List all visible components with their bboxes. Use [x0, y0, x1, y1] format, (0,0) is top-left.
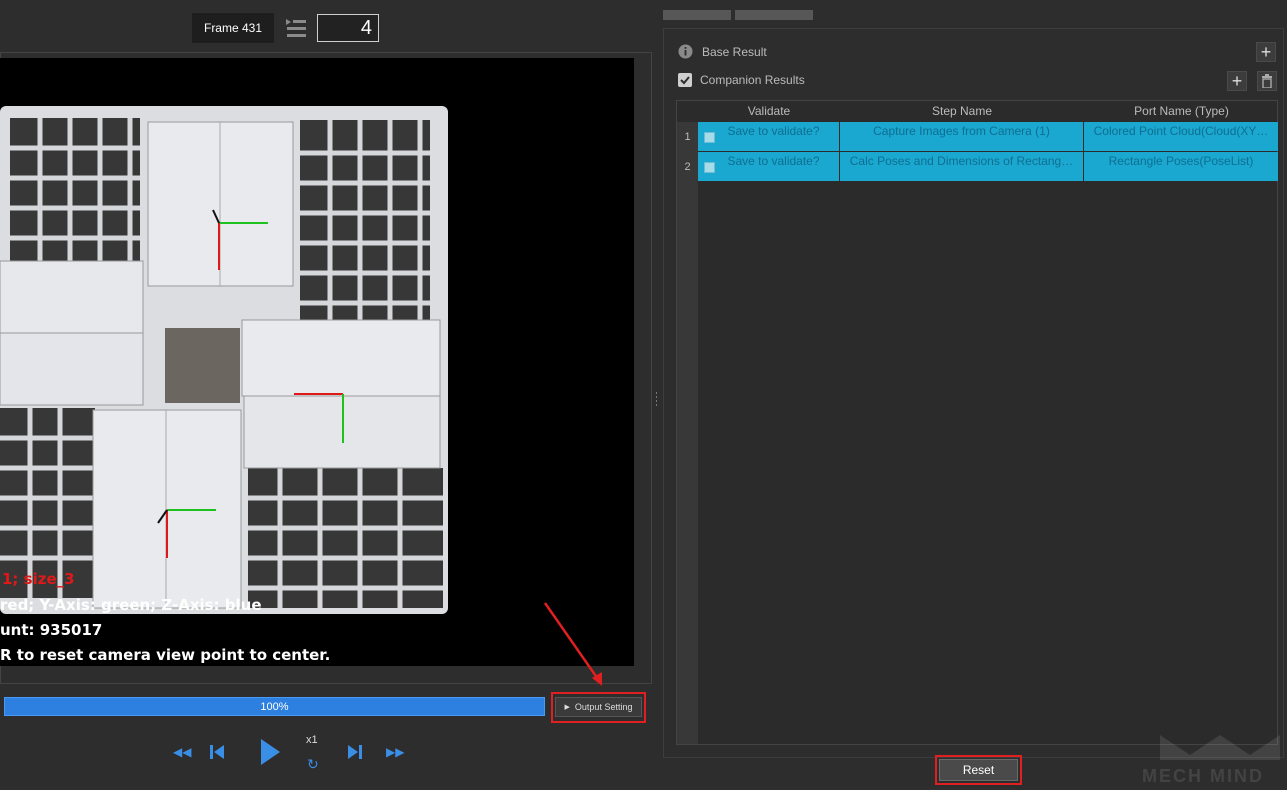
validate-text: Save to validate? — [727, 154, 820, 168]
output-setting-label: Output Setting — [574, 702, 633, 712]
validate-checkbox[interactable] — [704, 162, 715, 173]
triangle-right-icon: ▶ — [564, 704, 570, 711]
add-base-result-icon[interactable]: + — [1256, 42, 1276, 62]
results-table: Validate Step Name Port Name (Type) 1 Sa… — [676, 100, 1279, 745]
base-result-label: Base Result — [702, 45, 767, 59]
validate-text: Save to validate? — [727, 124, 820, 138]
trash-icon[interactable] — [1257, 71, 1277, 91]
validate-checkbox[interactable] — [704, 132, 715, 143]
table-cell-port-name[interactable]: Colored Point Cloud(Cloud(XY… — [1084, 122, 1279, 151]
progress-bar[interactable]: 100% — [4, 697, 545, 716]
overlay-line-3: unt: 935017 — [0, 621, 103, 639]
table-cell-validate[interactable]: Save to validate? — [698, 122, 840, 151]
output-setting-button[interactable]: ▶ Output Setting — [555, 697, 642, 717]
annotation-arrow-left — [543, 602, 602, 686]
play-icon[interactable] — [258, 737, 282, 772]
add-companion-icon[interactable]: + — [1227, 71, 1247, 91]
column-header-validate[interactable]: Validate — [698, 101, 840, 121]
logo-text: MECH MIND — [1142, 766, 1264, 785]
overlay-line-4: R to reset camera view point to center. — [0, 646, 331, 664]
skip-next-icon[interactable] — [346, 743, 364, 766]
info-icon — [678, 44, 693, 64]
mech-mind-logo: MECH MIND — [1140, 730, 1285, 786]
speed-label[interactable]: x1 — [306, 734, 318, 746]
loop-icon[interactable]: ↻ — [307, 756, 319, 773]
overlay-line-1: 1; size_3 — [2, 570, 75, 588]
table-cell-step-name[interactable]: Capture Images from Camera (1) — [840, 122, 1084, 151]
frame-list-icon[interactable] — [284, 16, 308, 40]
companion-results-label: Companion Results — [700, 73, 805, 87]
companion-results-checkbox[interactable] — [678, 73, 692, 87]
point-cloud-scene — [0, 106, 506, 618]
fast-forward-icon[interactable]: ▶▶ — [386, 745, 404, 759]
reset-button[interactable]: Reset — [939, 759, 1018, 781]
column-header-step-name[interactable]: Step Name — [840, 101, 1084, 121]
row-header-column — [677, 182, 698, 744]
panel-title-redacted — [663, 6, 813, 22]
frame-number-input[interactable] — [317, 14, 379, 42]
table-cell-step-name[interactable]: Calc Poses and Dimensions of Rectang… — [840, 152, 1084, 181]
table-cell-validate[interactable]: Save to validate? — [698, 152, 840, 181]
column-header-port-name[interactable]: Port Name (Type) — [1084, 101, 1279, 121]
table-cell-port-name[interactable]: Rectangle Poses(PoseList) — [1084, 152, 1279, 181]
row-number: 2 — [677, 152, 698, 182]
point-cloud-viewer[interactable]: 1; size_3 red; Y-Axis: green; Z-Axis: bl… — [0, 58, 634, 666]
frame-label: Frame 431 — [192, 13, 274, 43]
skip-previous-icon[interactable] — [208, 743, 226, 766]
overlay-line-2: red; Y-Axis: green; Z-Axis: blue — [0, 596, 262, 614]
rewind-icon[interactable]: ◀◀ — [173, 745, 191, 759]
progress-text: 100% — [260, 700, 289, 713]
splitter-handle[interactable] — [655, 392, 658, 406]
row-number: 1 — [677, 122, 698, 152]
